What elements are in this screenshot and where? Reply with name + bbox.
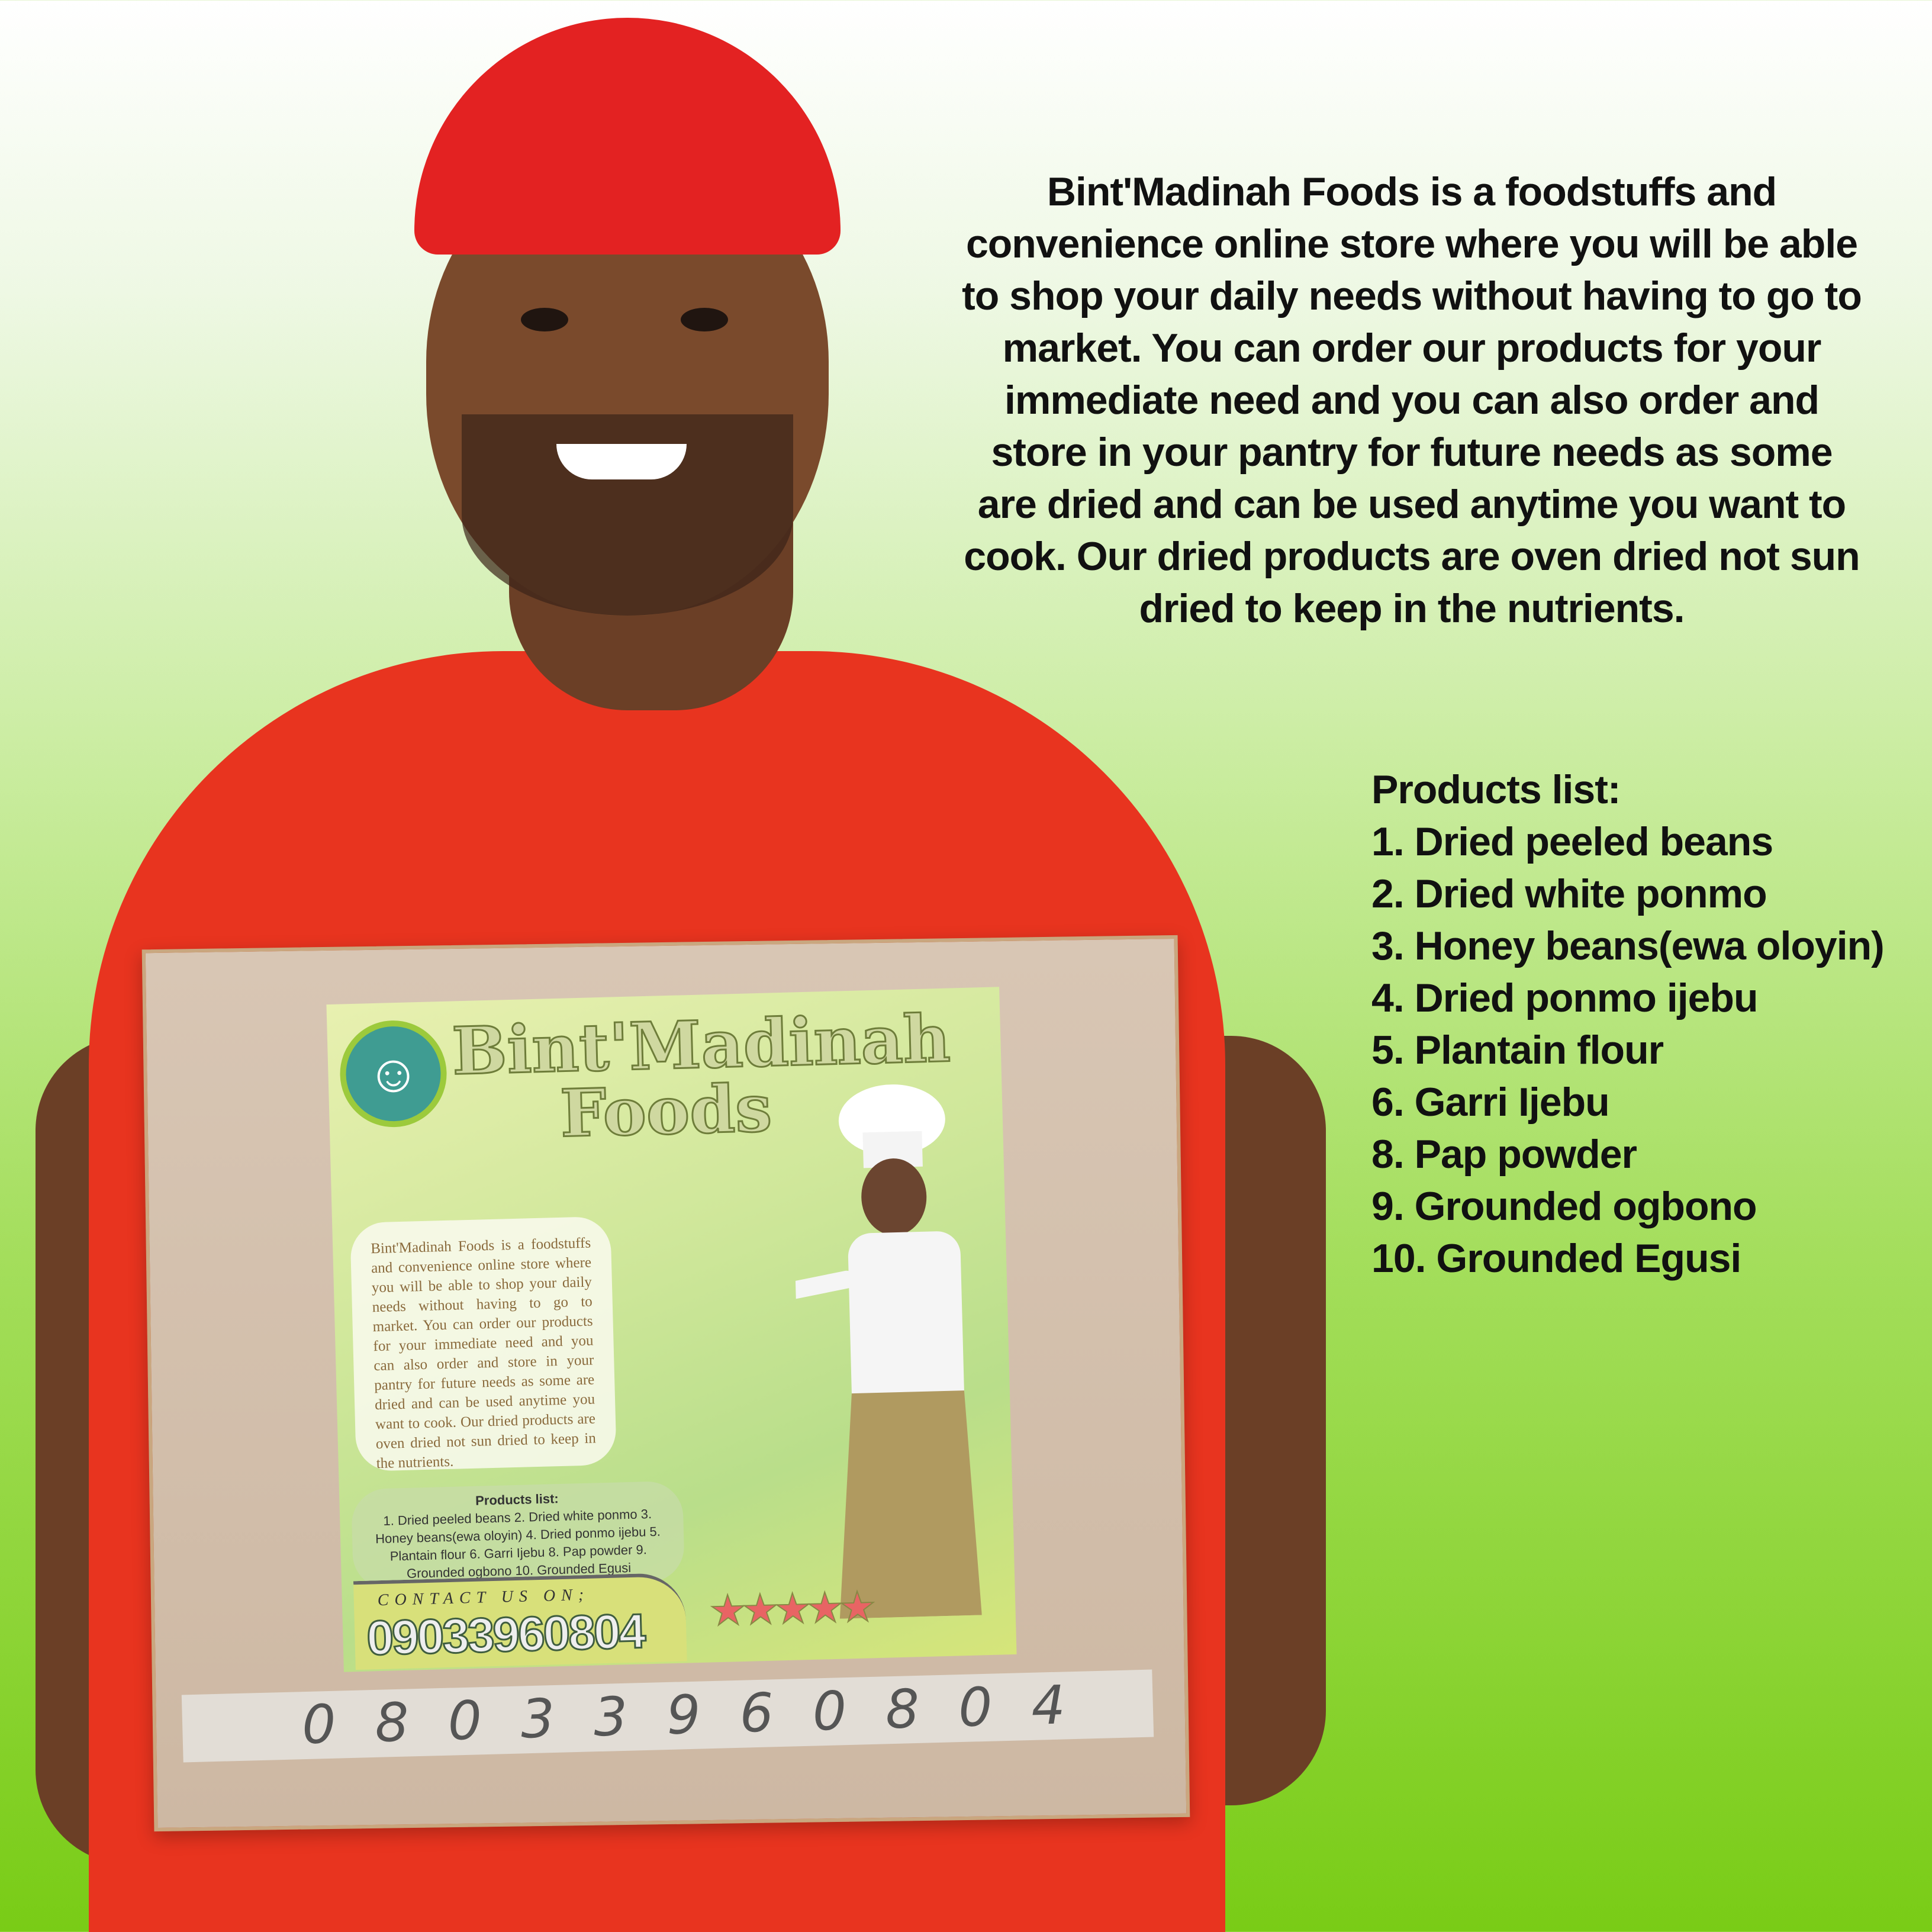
product-item: 9. Grounded ogbono bbox=[1371, 1184, 1757, 1229]
product-item: 3. Honey beans(ewa oloyin) bbox=[1371, 923, 1885, 968]
star-rating: ★★★★★ bbox=[708, 1583, 872, 1634]
chef-logo-icon: ☺ bbox=[339, 1019, 448, 1129]
flyer-products-text: 1. Dried peeled beans 2. Dried white pon… bbox=[375, 1506, 661, 1581]
left-eye bbox=[521, 308, 568, 331]
flyer: ☺ Bint'Madinah Foods Bint'Madinah Foods … bbox=[326, 987, 1017, 1672]
product-item: 4. Dried ponmo ijebu bbox=[1371, 975, 1758, 1020]
contact-phone: 09033960804 bbox=[365, 1603, 646, 1666]
red-cap bbox=[414, 18, 841, 255]
flyer-contact: CONTACT US ON; 09033960804 bbox=[353, 1572, 687, 1670]
products-list: Products list: 1. Dried peeled beans 2. … bbox=[1371, 764, 1885, 1284]
chef-illustration bbox=[790, 1084, 982, 1619]
products-title: Products list: bbox=[1371, 767, 1621, 812]
product-item: 5. Plantain flour bbox=[1371, 1028, 1664, 1073]
smile bbox=[556, 444, 687, 479]
product-item: 8. Pap powder bbox=[1371, 1132, 1637, 1177]
product-item: 1. Dried peeled beans bbox=[1371, 819, 1773, 864]
product-item: 6. Garri Ijebu bbox=[1371, 1080, 1610, 1125]
flyer-brand-line2: Foods bbox=[558, 1069, 774, 1152]
product-item: 10. Grounded Egusi bbox=[1371, 1236, 1741, 1281]
intro-text: Bint'Madinah Foods is a foodstuffs and c… bbox=[962, 169, 1862, 631]
flyer-description: Bint'Madinah Foods is a foodstuffs and c… bbox=[350, 1216, 617, 1471]
right-eye bbox=[681, 308, 728, 331]
product-item: 2. Dried white ponmo bbox=[1371, 871, 1767, 916]
